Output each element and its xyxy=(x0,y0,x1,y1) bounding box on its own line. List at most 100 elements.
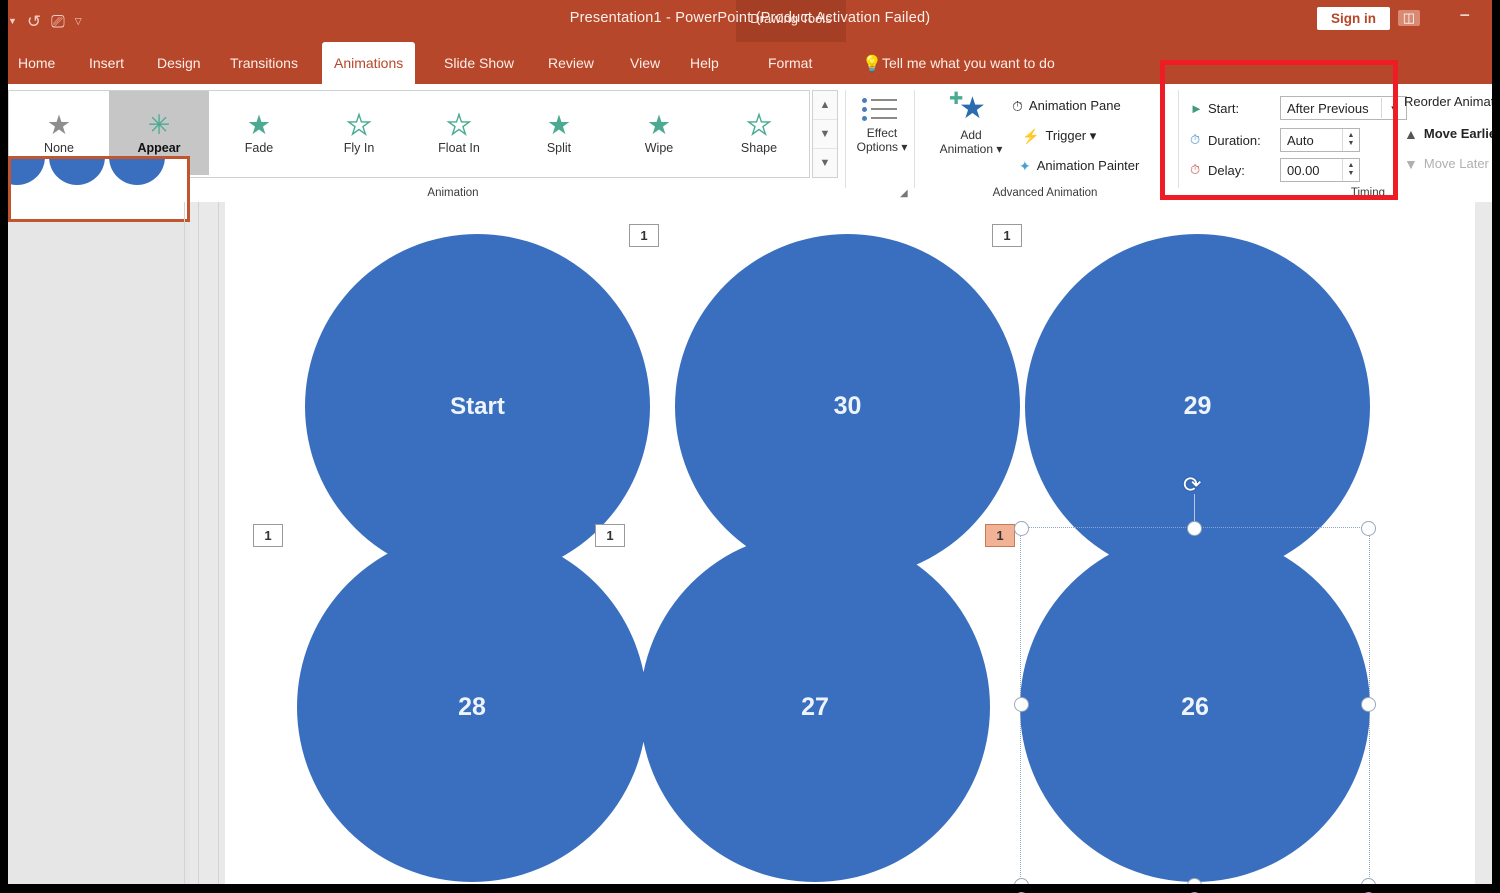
gallery-more-icon[interactable]: ▼ xyxy=(813,149,837,177)
star-icon: ★ xyxy=(547,112,571,139)
slide-canvas[interactable]: Start 30 29 28 27 26 1 1 1 1 1 ⟳ xyxy=(225,202,1475,892)
gallery-item-label: Float In xyxy=(438,141,480,155)
tab-help[interactable]: Help xyxy=(678,42,731,84)
triangle-up-icon: ▲ xyxy=(1404,127,1418,141)
ribbon-display-options-icon[interactable]: ◫ xyxy=(1398,10,1420,26)
gallery-item-float-in[interactable]: ★ Float In xyxy=(409,91,509,175)
gallery-item-wipe[interactable]: ★ Wipe xyxy=(609,91,709,175)
chevron-up-icon[interactable]: ▲ xyxy=(813,91,837,120)
animation-badge-30[interactable]: 1 xyxy=(992,224,1022,247)
clock-delay-icon: ⏱ xyxy=(1190,162,1208,178)
star-icon: ★ xyxy=(747,112,771,139)
animation-badge-29[interactable]: 1 xyxy=(253,524,283,547)
delay-value: 00.00 xyxy=(1281,163,1326,178)
gallery-item-fly-in[interactable]: ★ Fly In xyxy=(309,91,409,175)
add-animation-label-line2: Animation ▾ xyxy=(940,142,1003,156)
move-earlier-button[interactable]: ▲ Move Earlier xyxy=(1404,126,1500,141)
tab-insert[interactable]: Insert xyxy=(77,42,136,84)
move-later-button: ▼ Move Later xyxy=(1404,156,1489,171)
chevron-down-icon[interactable]: ▾ xyxy=(1381,98,1406,118)
contextual-tab-title: Drawing Tools xyxy=(736,11,846,26)
tab-animations[interactable]: Animations xyxy=(322,42,415,84)
trigger-button[interactable]: ⚡ Trigger ▾ xyxy=(1022,128,1096,144)
tab-transitions[interactable]: Transitions xyxy=(218,42,310,84)
animation-painter-icon: ✦ xyxy=(1019,159,1031,173)
shape-circle-28[interactable]: 28 xyxy=(297,532,647,882)
window-left-edge xyxy=(0,0,8,892)
gallery-item-split[interactable]: ★ Split xyxy=(509,91,609,175)
reorder-animation-label: Reorder Animation xyxy=(1404,94,1500,109)
duration-spin-buttons[interactable]: ▲▼ xyxy=(1342,129,1359,151)
star-burst-icon: ✳ xyxy=(148,112,171,139)
animation-badge-start[interactable]: 1 xyxy=(629,224,659,247)
tab-view[interactable]: View xyxy=(618,42,672,84)
effect-options-label-line1: Effect xyxy=(867,126,897,140)
gallery-item-label: Wipe xyxy=(645,141,673,155)
quick-access-toolbar[interactable]: ▼ ↺ ⎚ ▽ xyxy=(8,8,82,34)
add-animation-label-line1: Add xyxy=(960,128,981,142)
start-value: After Previous xyxy=(1281,101,1375,116)
gallery-scroll-buttons[interactable]: ▲ ▼ ▼ xyxy=(812,90,838,178)
tab-home[interactable]: Home xyxy=(6,42,67,84)
gallery-item-label: None xyxy=(44,141,74,155)
title-bar: ▼ ↺ ⎚ ▽ Presentation1 - PowerPoint (Prod… xyxy=(0,0,1500,42)
gallery-item-label: Fly In xyxy=(344,141,375,155)
animation-painter-button[interactable]: ✦ Animation Painter xyxy=(1019,158,1139,173)
selection-handle-top-center[interactable] xyxy=(1187,521,1202,536)
delay-spin-buttons[interactable]: ▲▼ xyxy=(1342,159,1359,181)
group-label-timing: Timing xyxy=(1185,187,1385,199)
shape-circle-27[interactable]: 27 xyxy=(640,532,990,882)
chevron-down-icon[interactable]: ▼ xyxy=(813,120,837,149)
slide-thumbnail-pane[interactable] xyxy=(8,202,190,892)
gallery-item-label: Appear xyxy=(137,141,180,155)
gallery-item-fade[interactable]: ★ Fade xyxy=(209,91,309,175)
chevron-down-icon[interactable]: ▼ xyxy=(8,17,17,26)
chevron-down-icon[interactable]: ▽ xyxy=(75,17,82,26)
add-animation-button[interactable]: ★✚ Add Animation ▾ xyxy=(925,92,1017,156)
star-icon: ★ xyxy=(347,112,371,139)
duration-spinner[interactable]: Auto ▲▼ xyxy=(1280,128,1360,152)
sign-in-button[interactable]: Sign in xyxy=(1317,7,1390,30)
gallery-item-shape[interactable]: ★ Shape xyxy=(709,91,809,175)
play-icon: ► xyxy=(1190,101,1208,116)
effect-options-button[interactable]: Effect Options ▾ xyxy=(840,92,924,154)
gallery-item-label: Fade xyxy=(245,141,274,155)
gallery-item-label: Split xyxy=(547,141,571,155)
lightbulb-icon: 💡 xyxy=(862,54,882,74)
duration-label: Duration: xyxy=(1208,133,1280,148)
triangle-down-icon: ▼ xyxy=(1404,157,1418,171)
tab-review[interactable]: Review xyxy=(536,42,606,84)
trigger-lightning-icon: ⚡ xyxy=(1022,129,1039,143)
window-bottom-edge xyxy=(0,884,1500,892)
selection-handle-top-left[interactable] xyxy=(1014,521,1029,536)
rotate-icon[interactable]: ⟳ xyxy=(1183,474,1201,496)
undo-icon[interactable]: ↺ xyxy=(27,13,41,30)
start-row: ► Start: After Previous ▾ xyxy=(1190,96,1407,120)
animation-badge-26-selected[interactable]: 1 xyxy=(985,524,1015,547)
add-animation-icon: ★✚ xyxy=(949,92,993,128)
tab-slide-show[interactable]: Slide Show xyxy=(432,42,526,84)
start-slideshow-icon[interactable]: ⎚ xyxy=(51,13,65,30)
tell-me-search[interactable]: Tell me what you want to do xyxy=(882,42,1055,84)
selection-handle-middle-right[interactable] xyxy=(1361,697,1376,712)
delay-label: Delay: xyxy=(1208,163,1280,178)
animation-pane-button[interactable]: ⏱ Animation Pane xyxy=(1012,98,1121,113)
ribbon: ★ None ✳ Appear ★ Fade ★ Fly In ★ Float … xyxy=(0,84,1500,203)
duration-value: Auto xyxy=(1281,133,1320,148)
delay-spinner[interactable]: 00.00 ▲▼ xyxy=(1280,158,1360,182)
selection-handle-top-right[interactable] xyxy=(1361,521,1376,536)
move-later-label: Move Later xyxy=(1424,156,1489,171)
start-dropdown[interactable]: After Previous ▾ xyxy=(1280,96,1407,120)
tab-design[interactable]: Design xyxy=(145,42,213,84)
shape-circle-30[interactable]: 30 xyxy=(675,234,1020,579)
selection-handle-middle-left[interactable] xyxy=(1014,697,1029,712)
duration-row: ⏱ Duration: Auto ▲▼ xyxy=(1190,128,1360,152)
tab-format[interactable]: Format xyxy=(756,42,824,84)
star-icon: ★ xyxy=(247,112,271,139)
clock-icon: ⏱ xyxy=(1190,132,1208,148)
dialog-launcher-icon[interactable]: ◢ xyxy=(900,188,908,199)
animation-badge-28[interactable]: 1 xyxy=(595,524,625,547)
slide-thumbnail-1[interactable] xyxy=(8,156,190,222)
minimize-icon[interactable]: − xyxy=(1459,5,1470,26)
ribbon-tab-strip: Home Insert Design Transitions Animation… xyxy=(0,42,1500,84)
